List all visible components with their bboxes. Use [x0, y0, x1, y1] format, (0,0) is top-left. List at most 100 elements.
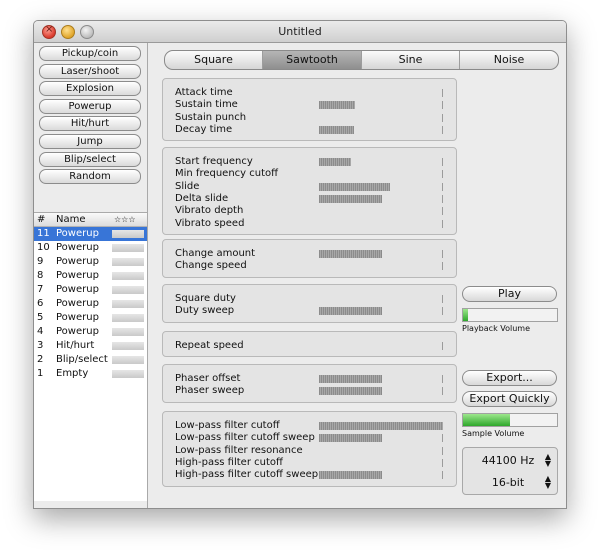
list-item-rating[interactable]: [112, 272, 144, 280]
generator-button-blip-select[interactable]: Blip/select: [39, 151, 141, 167]
sound-list-header: # Name ☆☆☆: [34, 213, 147, 227]
sample-volume-label: Sample Volume: [462, 429, 525, 438]
list-item-name: Powerup: [56, 270, 99, 281]
param-slider[interactable]: [319, 113, 443, 122]
param-slider[interactable]: [319, 101, 443, 110]
param-slider-end-tick: [442, 387, 443, 396]
tab-sawtooth[interactable]: Sawtooth: [263, 51, 362, 69]
param-slider-fill: [319, 101, 355, 110]
param-slider-end-tick: [442, 307, 443, 316]
param-slider[interactable]: [319, 158, 443, 166]
play-button[interactable]: Play: [462, 286, 557, 302]
list-item-rating[interactable]: [112, 370, 144, 378]
generator-button-laser-shoot[interactable]: Laser/shoot: [39, 63, 141, 79]
list-item[interactable]: 8 Powerup: [34, 269, 147, 283]
param-label: Min frequency cutoff: [175, 168, 279, 180]
param-slider[interactable]: [319, 471, 443, 480]
bit-depth-value: 16-bit: [491, 476, 525, 489]
param-slider[interactable]: [319, 89, 443, 97]
param-slider[interactable]: [319, 219, 443, 228]
generator-button-explosion[interactable]: Explosion: [39, 81, 141, 97]
sound-list: # Name ☆☆☆ 11 Powerup 10 Powerup 9 Powerup 8 Po…: [34, 212, 147, 501]
param-slider[interactable]: [319, 446, 443, 455]
param-slider[interactable]: [319, 375, 443, 383]
param-slider-end-tick: [442, 219, 443, 228]
parameter-group: Change amount Change speed: [162, 239, 457, 278]
list-item[interactable]: 9 Powerup: [34, 255, 147, 269]
param-slider-fill: [319, 387, 381, 396]
column-header-rating[interactable]: ☆☆☆: [114, 215, 136, 224]
param-slider[interactable]: [319, 295, 443, 303]
list-item-rating[interactable]: [112, 314, 144, 322]
list-item-rating[interactable]: [112, 300, 144, 308]
param-slider[interactable]: [319, 125, 443, 134]
param-slider-end-tick: [442, 434, 443, 443]
list-item-number: 5: [37, 312, 44, 323]
list-item-name: Powerup: [56, 242, 99, 253]
export-quickly-button[interactable]: Export Quickly: [462, 391, 557, 407]
title-bar: × Untitled: [34, 21, 566, 43]
column-header-name[interactable]: Name: [56, 214, 86, 225]
list-item-rating[interactable]: [112, 244, 144, 252]
up-down-arrows-icon[interactable]: ▲ ▼: [543, 475, 553, 490]
param-slider[interactable]: [319, 422, 443, 430]
sample-rate-value: 44100 Hz: [481, 454, 535, 467]
bit-depth-stepper[interactable]: 16-bit ▲ ▼: [463, 473, 557, 491]
param-slider-fill: [319, 471, 381, 480]
list-item[interactable]: 6 Powerup: [34, 297, 147, 311]
param-slider-center-tick: [381, 194, 382, 203]
param-slider[interactable]: [319, 307, 443, 316]
param-slider-fill: [319, 158, 352, 166]
list-item-rating[interactable]: [112, 342, 144, 350]
tab-sine[interactable]: Sine: [362, 51, 460, 69]
up-down-arrows-icon[interactable]: ▲ ▼: [543, 453, 553, 468]
param-slider[interactable]: [319, 207, 443, 216]
param-slider[interactable]: [319, 182, 443, 191]
param-label: Phaser offset: [175, 373, 241, 384]
generator-button-powerup[interactable]: Powerup: [39, 98, 141, 114]
param-label: Start frequency: [175, 156, 253, 167]
param-slider[interactable]: [319, 170, 443, 179]
generator-button-hit-hurt[interactable]: Hit/hurt: [39, 116, 141, 132]
param-slider[interactable]: [319, 458, 443, 467]
param-slider[interactable]: [319, 262, 443, 271]
list-item[interactable]: 4 Powerup: [34, 325, 147, 339]
sample-volume-slider[interactable]: [462, 413, 558, 427]
list-item-rating[interactable]: [112, 258, 144, 266]
list-item[interactable]: 1 Empty: [34, 367, 147, 381]
generator-button-jump[interactable]: Jump: [39, 134, 141, 149]
param-slider[interactable]: [319, 342, 443, 350]
list-item[interactable]: 5 Powerup: [34, 311, 147, 325]
param-slider[interactable]: [319, 250, 443, 258]
list-item[interactable]: 2 Blip/select: [34, 353, 147, 367]
list-item[interactable]: 10 Powerup: [34, 241, 147, 255]
param-slider-end-tick: [442, 89, 443, 97]
param-slider[interactable]: [319, 434, 443, 443]
generator-button-pickup-coin[interactable]: Pickup/coin: [39, 46, 141, 61]
param-slider[interactable]: [319, 194, 443, 203]
param-label: Low-pass filter cutoff sweep: [175, 432, 315, 444]
param-label: Sustain punch: [175, 111, 247, 123]
tab-square[interactable]: Square: [165, 51, 263, 69]
column-header-number[interactable]: #: [37, 214, 45, 225]
list-item-rating[interactable]: [112, 356, 144, 364]
export-button[interactable]: Export...: [462, 370, 557, 386]
param-slider[interactable]: [319, 387, 443, 396]
playback-volume-slider[interactable]: [462, 308, 558, 322]
sample-rate-stepper[interactable]: 44100 Hz ▲ ▼: [463, 451, 557, 469]
list-item-rating[interactable]: [112, 328, 144, 336]
list-item-name: Empty: [56, 368, 89, 379]
list-item-rating[interactable]: [112, 230, 144, 238]
param-slider-fill: [319, 194, 381, 203]
parameter-group: Start frequency Min frequency cutoff Slide…: [162, 147, 457, 235]
list-item-rating[interactable]: [112, 286, 144, 294]
generator-button-random[interactable]: Random: [39, 169, 141, 185]
list-item[interactable]: 7 Powerup: [34, 283, 147, 297]
param-label: Vibrato depth: [175, 205, 244, 217]
list-item-number: 7: [37, 284, 44, 295]
list-item[interactable]: 3 Hit/hurt: [34, 339, 147, 353]
tab-noise[interactable]: Noise: [460, 51, 558, 69]
param-slider-fill: [319, 422, 443, 430]
param-slider-end-tick: [442, 458, 443, 467]
list-item[interactable]: 11 Powerup: [34, 227, 147, 241]
